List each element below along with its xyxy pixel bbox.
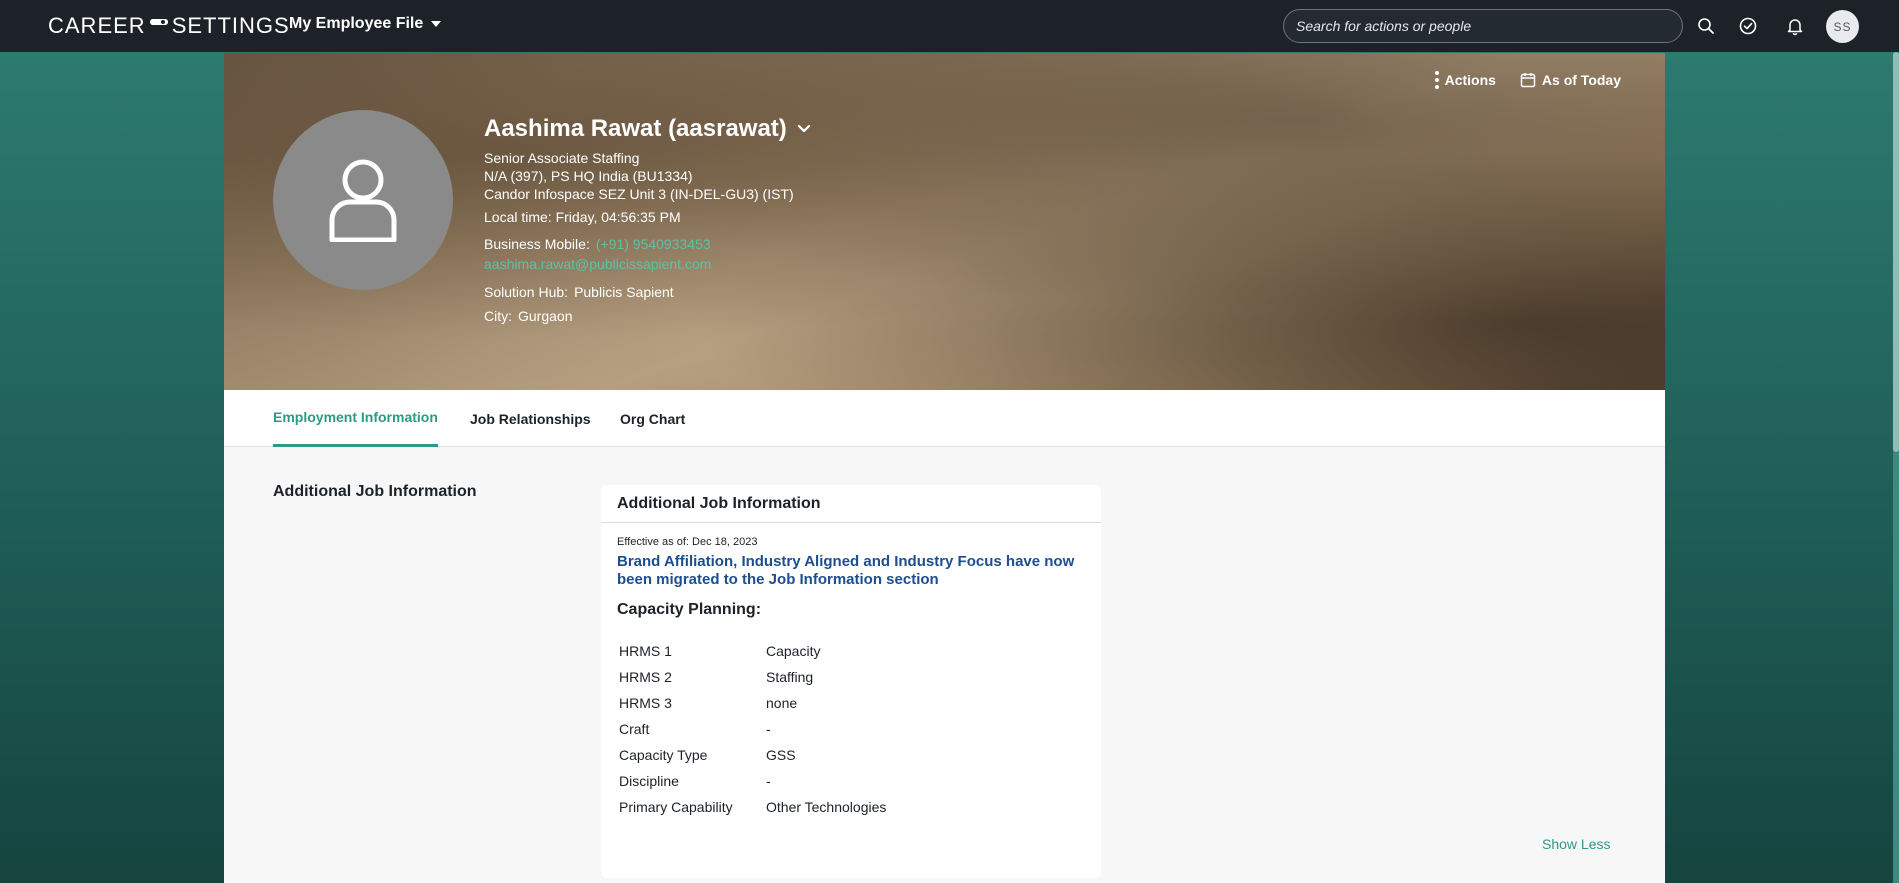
employee-file-label: My Employee File — [289, 15, 424, 32]
email-link[interactable]: aashima.rawat@publicissapient.com — [484, 255, 811, 273]
header-actions: Actions As of Today — [1434, 71, 1621, 89]
business-mobile-label: Business Mobile: — [484, 236, 590, 252]
field-label: Capacity Type — [619, 747, 708, 763]
city-value: Gurgaon — [518, 308, 573, 324]
employee-name-row[interactable]: Aashima Rawat (aasrawat) — [484, 115, 811, 143]
capacity-planning-title: Capacity Planning: — [617, 601, 762, 618]
city-row: City: Gurgaon — [484, 307, 811, 325]
as-of-today-button[interactable]: As of Today — [1520, 71, 1621, 89]
profile-header: Actions As of Today Aashima Rawat (aasra — [224, 53, 1665, 390]
solution-hub-value: Publicis Sapient — [574, 284, 674, 300]
employee-location: Candor Infospace SEZ Unit 3 (IN-DEL-GU3)… — [484, 186, 794, 202]
caret-down-icon — [431, 21, 442, 27]
card-title: Additional Job Information — [617, 495, 821, 512]
field-label: HRMS 3 — [619, 695, 672, 711]
migration-notice: Brand Affiliation, Industry Aligned and … — [617, 553, 1075, 588]
profile-photo[interactable] — [273, 110, 453, 290]
show-less-link[interactable]: Show Less — [1542, 836, 1610, 852]
solution-hub-row: Solution Hub: Publicis Sapient — [484, 283, 811, 301]
chevron-down-icon[interactable] — [797, 124, 811, 134]
field-label: HRMS 2 — [619, 669, 672, 685]
field-value: Staffing — [766, 669, 814, 685]
top-bar: CAREER SETTINGS My Employee File SS — [0, 0, 1899, 52]
field-label: Primary Capability — [619, 799, 733, 815]
field-value: Other Technologies — [766, 799, 887, 815]
profile-tabs: Employment Information Job Relationships… — [224, 390, 1665, 447]
tab-org-chart[interactable]: Org Chart — [620, 390, 685, 447]
person-placeholder-icon — [329, 159, 397, 242]
logo-text-right: SETTINGS — [171, 13, 290, 38]
search-icon[interactable] — [1695, 15, 1717, 37]
search-input[interactable] — [1283, 9, 1683, 43]
business-mobile-row: Business Mobile: (+91) 9540933453 — [484, 235, 811, 253]
profile-panel: Actions As of Today Aashima Rawat (aasra — [224, 53, 1665, 883]
field-value: - — [766, 773, 771, 789]
field-value: Capacity — [766, 643, 821, 659]
card-divider — [601, 522, 1101, 523]
page-scrollbar[interactable] — [1893, 52, 1899, 883]
field-value: GSS — [766, 747, 796, 763]
field-value: - — [766, 721, 771, 737]
local-time: Local time: Friday, 04:56:35 PM — [484, 209, 681, 225]
bell-icon[interactable] — [1784, 15, 1806, 37]
as-of-today-label: As of Today — [1541, 72, 1621, 88]
tab-job-relationships[interactable]: Job Relationships — [470, 390, 591, 447]
actions-button[interactable]: Actions — [1434, 71, 1496, 89]
employee-org: N/A (397), PS HQ India (BU1334) — [484, 168, 693, 184]
city-label: City: — [484, 308, 512, 324]
logo-toggle-icon — [149, 19, 168, 33]
effective-date: Effective as of: Dec 18, 2023 — [617, 536, 758, 548]
field-label: Discipline — [619, 773, 679, 789]
field-value: none — [766, 695, 798, 711]
user-avatar[interactable]: SS — [1826, 10, 1859, 43]
calendar-icon — [1520, 73, 1536, 88]
section-title: Additional Job Information — [273, 483, 477, 500]
tab-employment-information[interactable]: Employment Information — [273, 390, 438, 447]
additional-job-info-card: Additional Job Information Effective as … — [601, 485, 1101, 878]
employee-file-menu[interactable]: My Employee File — [289, 15, 442, 33]
employee-name: Aashima Rawat (aasrawat) — [484, 115, 787, 142]
field-label: HRMS 1 — [619, 643, 672, 659]
logo-text-left: CAREER — [48, 13, 146, 38]
app-logo[interactable]: CAREER SETTINGS — [48, 13, 290, 38]
more-vertical-icon — [1434, 71, 1439, 89]
employee-info: Aashima Rawat (aasrawat) Senior Associat… — [484, 115, 811, 325]
check-circle-icon[interactable] — [1737, 15, 1759, 37]
business-mobile-link[interactable]: (+91) 9540933453 — [596, 235, 711, 253]
solution-hub-label: Solution Hub: — [484, 284, 569, 300]
employee-title: Senior Associate Staffing — [484, 150, 640, 166]
actions-label: Actions — [1444, 72, 1496, 88]
field-label: Craft — [619, 721, 650, 737]
